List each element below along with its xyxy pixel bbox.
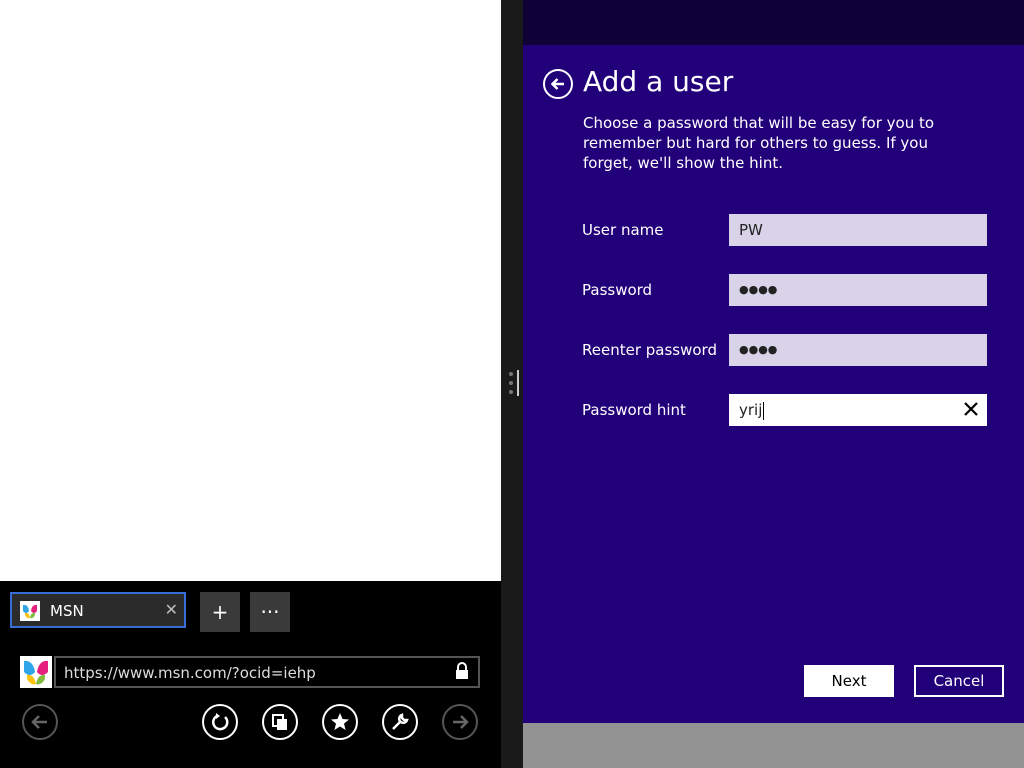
text-cursor bbox=[763, 401, 765, 420]
username-label: User name bbox=[582, 221, 664, 239]
tab-title: MSN bbox=[50, 602, 84, 620]
back-button[interactable] bbox=[22, 704, 58, 740]
bottom-strip bbox=[523, 723, 1024, 768]
splitter-handle[interactable] bbox=[517, 370, 519, 396]
tools-button[interactable] bbox=[382, 704, 418, 740]
more-button[interactable]: ··· bbox=[250, 592, 290, 632]
back-arrow-icon bbox=[31, 715, 47, 729]
password-hint-text: yrij bbox=[739, 401, 763, 419]
splitter-grip-dot bbox=[509, 372, 513, 376]
top-strip bbox=[523, 0, 1024, 45]
splitter-grip-dot bbox=[509, 390, 513, 394]
page-description: Choose a password that will be easy for … bbox=[583, 114, 935, 172]
reenter-password-label: Reenter password bbox=[582, 341, 717, 359]
tools-wrench-icon bbox=[392, 713, 409, 730]
browser-pane: MSN ✕ + ··· https://www.msn.com/?ocid=ie… bbox=[0, 0, 501, 768]
close-icon[interactable]: ✕ bbox=[165, 600, 178, 619]
favorites-star-icon bbox=[331, 713, 349, 730]
favorites-button[interactable] bbox=[322, 704, 358, 740]
forward-arrow-icon bbox=[453, 715, 469, 729]
password-hint-value: yrij bbox=[739, 401, 765, 420]
new-tab-button[interactable]: + bbox=[200, 592, 240, 632]
password-hint-field[interactable]: yrij bbox=[729, 394, 987, 426]
refresh-icon bbox=[212, 713, 229, 731]
msn-butterfly-icon bbox=[20, 601, 40, 621]
tabs-icon bbox=[272, 714, 287, 730]
username-field[interactable]: PW bbox=[729, 214, 987, 246]
password-field[interactable]: ●●●● bbox=[729, 274, 987, 306]
msn-butterfly-icon bbox=[20, 656, 52, 688]
lock-icon[interactable] bbox=[454, 662, 470, 680]
address-url: https://www.msn.com/?ocid=iehp bbox=[64, 664, 316, 682]
page-title: Add a user bbox=[583, 65, 734, 98]
reenter-password-field[interactable]: ●●●● bbox=[729, 334, 987, 366]
snap-splitter[interactable] bbox=[501, 0, 523, 768]
tab-msn[interactable]: MSN ✕ bbox=[10, 592, 186, 628]
password-label: Password bbox=[582, 281, 653, 299]
reenter-password-value: ●●●● bbox=[739, 343, 778, 356]
back-arrow-icon bbox=[550, 78, 564, 90]
tabs-button[interactable] bbox=[262, 704, 298, 740]
username-value: PW bbox=[739, 221, 763, 239]
refresh-button[interactable] bbox=[202, 704, 238, 740]
cancel-button[interactable]: Cancel bbox=[914, 665, 1004, 697]
settings-pane: Add a user Choose a password that will b… bbox=[523, 0, 1024, 768]
add-user-page: Add a user Choose a password that will b… bbox=[523, 45, 1024, 723]
page-back-button[interactable] bbox=[543, 69, 573, 99]
next-button[interactable]: Next bbox=[804, 665, 894, 697]
forward-button[interactable] bbox=[442, 704, 478, 740]
browser-page-content[interactable] bbox=[0, 0, 501, 581]
password-value: ●●●● bbox=[739, 283, 778, 296]
splitter-grip-dot bbox=[509, 381, 513, 385]
clear-icon[interactable] bbox=[963, 401, 979, 417]
password-hint-label: Password hint bbox=[582, 401, 686, 419]
address-bar[interactable]: https://www.msn.com/?ocid=iehp bbox=[54, 656, 480, 688]
